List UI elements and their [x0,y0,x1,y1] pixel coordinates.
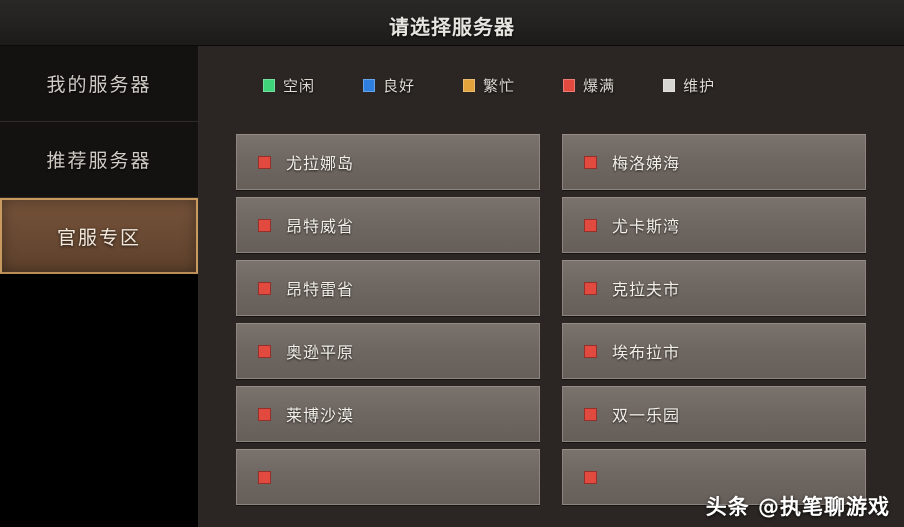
legend-swatch-icon [363,78,376,92]
main-panel: 空闲 良好 繁忙 爆满 维护 尤拉娜岛 梅洛娣海昂特威省 尤卡斯湾昂特雷省 克拉夫市奥逊平原 埃… [199,46,904,527]
title-bar: 请选择服务器 [0,0,904,46]
legend-swatch-icon [463,78,476,92]
sidebar-item-label: 官服专区 [56,226,141,249]
server-name: 尤拉娜岛 [286,154,355,173]
server-status-icon [258,281,271,295]
server-card[interactable]: 梅洛娣海 [562,134,866,190]
server-name: 奥逊平原 [286,343,355,362]
sidebar: 我的服务器推荐服务器官服专区 [0,46,199,527]
legend-swatch-icon [663,78,676,92]
server-card[interactable]: 奥逊平原 [236,323,540,379]
legend-item-2: 繁忙 [463,75,515,96]
server-card[interactable]: 昂特雷省 [236,260,540,316]
server-card[interactable]: 昂特威省 [236,197,540,253]
server-status-icon [584,218,597,232]
server-status-icon [258,407,271,421]
legend-label: 良好 [383,76,416,95]
server-name: 昂特威省 [286,217,355,236]
legend-swatch-icon [263,78,275,92]
server-status-icon [258,470,271,484]
server-name: 昂特雷省 [286,280,355,299]
legend-label: 维护 [683,76,716,95]
server-card[interactable]: 尤卡斯湾 [562,197,866,253]
legend-item-1: 良好 [363,75,415,96]
server-select-screen: 请选择服务器 我的服务器推荐服务器官服专区 空闲 良好 繁忙 爆满 维护 尤拉娜岛 梅洛娣… [0,0,904,527]
server-status-icon [258,218,271,232]
sidebar-item-2[interactable]: 官服专区 [0,198,198,274]
legend-item-3: 爆满 [563,75,615,96]
server-name: 尤卡斯湾 [612,217,681,236]
server-status-icon [258,155,271,169]
server-card[interactable] [236,449,540,505]
server-status-icon [584,344,597,358]
server-name: 莱博沙漠 [286,406,355,425]
sidebar-item-0[interactable]: 我的服务器 [0,46,198,122]
server-card[interactable]: 双一乐园 [562,386,866,442]
legend-label: 爆满 [583,76,616,95]
server-card[interactable]: 埃布拉市 [562,323,866,379]
legend-swatch-icon [563,78,576,92]
server-name: 双一乐园 [612,406,681,425]
server-status-icon [258,344,271,358]
sidebar-item-label: 我的服务器 [46,74,152,96]
server-card[interactable] [562,449,866,505]
legend-label: 空闲 [283,76,316,95]
server-card[interactable]: 莱博沙漠 [236,386,540,442]
status-legend: 空闲 良好 繁忙 爆满 维护 [199,46,904,124]
server-status-icon [584,470,597,484]
page-title: 请选择服务器 [389,15,515,39]
server-name: 梅洛娣海 [612,154,681,173]
server-card[interactable]: 尤拉娜岛 [236,134,540,190]
sidebar-empty-area [0,274,198,527]
legend-label: 繁忙 [483,76,516,95]
server-status-icon [584,155,597,169]
server-card[interactable]: 克拉夫市 [562,260,866,316]
sidebar-item-1[interactable]: 推荐服务器 [0,122,198,198]
server-status-icon [584,281,597,295]
legend-item-0: 空闲 [263,75,315,96]
server-name: 埃布拉市 [612,343,681,362]
server-name: 克拉夫市 [612,280,681,299]
legend-item-4: 维护 [663,75,715,96]
server-list: 尤拉娜岛 梅洛娣海昂特威省 尤卡斯湾昂特雷省 克拉夫市奥逊平原 埃布拉市莱博沙漠 双一乐园 [236,134,866,505]
server-status-icon [584,407,597,421]
sidebar-item-label: 推荐服务器 [46,150,152,172]
